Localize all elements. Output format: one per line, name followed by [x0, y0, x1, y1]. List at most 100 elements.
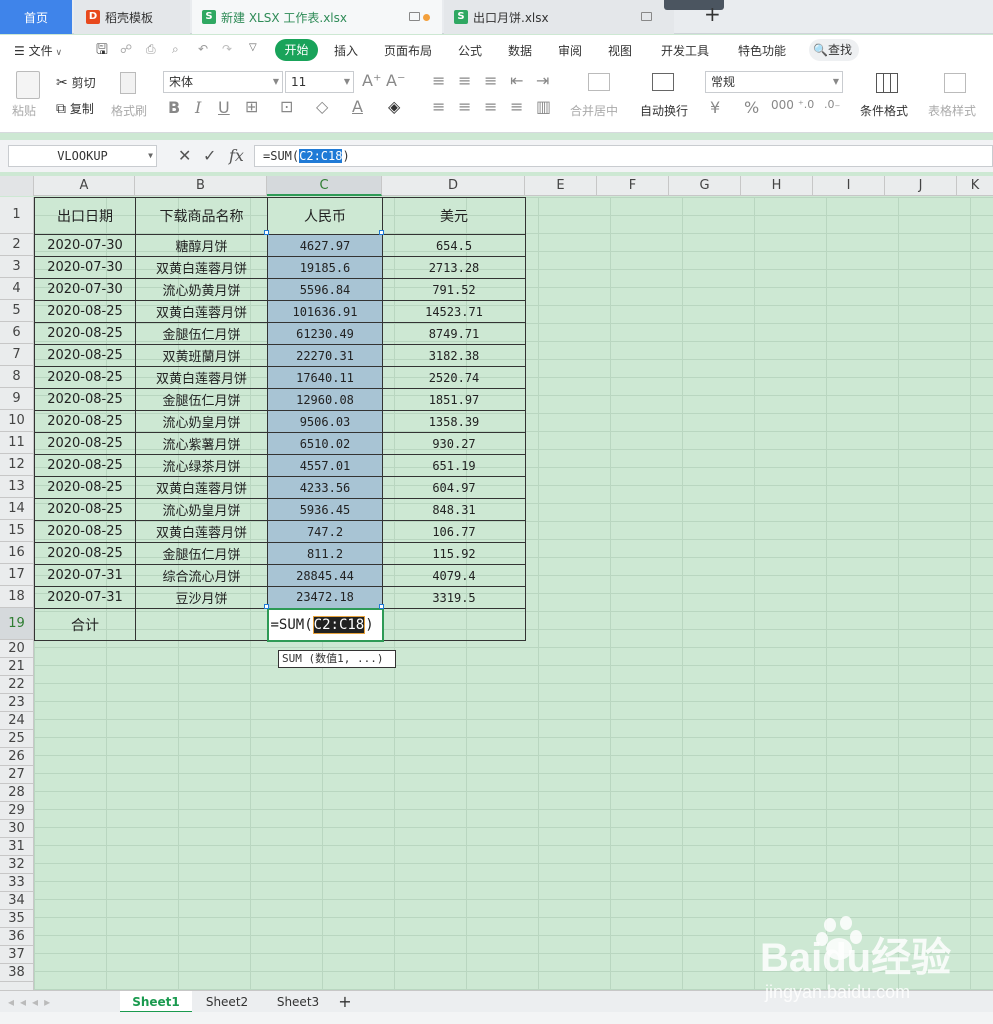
table-cell[interactable]: 2020-07-30: [34, 256, 136, 279]
table-cell[interactable]: 19185.6: [267, 256, 383, 279]
table-cell[interactable]: 2020-07-30: [34, 234, 136, 257]
row-header-2[interactable]: 2: [0, 234, 33, 256]
row-header-4[interactable]: 4: [0, 278, 33, 300]
table-cell[interactable]: 9506.03: [267, 410, 383, 433]
table-cell[interactable]: 金腿伍仁月饼: [135, 322, 268, 345]
sheet-tab-1[interactable]: Sheet1: [120, 991, 192, 1013]
table-cell[interactable]: 双黄白莲蓉月饼: [135, 300, 268, 323]
column-header-k[interactable]: K: [957, 176, 993, 196]
row-header-22[interactable]: 22: [0, 676, 33, 694]
table-cell[interactable]: 791.52: [382, 278, 526, 301]
print-icon[interactable]: ⎙: [146, 42, 156, 57]
align-center-icon[interactable]: ≡: [458, 97, 471, 116]
table-cell[interactable]: 2020-08-25: [34, 322, 136, 345]
table-cell[interactable]: 糖醇月饼: [135, 234, 268, 257]
row-header-29[interactable]: 29: [0, 802, 33, 820]
border-icon[interactable]: ⊞: [245, 97, 258, 116]
align-middle-icon[interactable]: ≡: [458, 71, 471, 90]
row-header-23[interactable]: 23: [0, 694, 33, 712]
formula-edit-cell[interactable]: =SUM(C2:C18): [266, 607, 384, 642]
table-cell[interactable]: 流心奶皇月饼: [135, 410, 268, 433]
distributed-icon[interactable]: ▥: [536, 97, 551, 116]
row-header-6[interactable]: 6: [0, 322, 33, 344]
row-header-25[interactable]: 25: [0, 730, 33, 748]
format-painter-icon[interactable]: [120, 72, 136, 94]
justify-icon[interactable]: ≡: [510, 97, 523, 116]
column-header-f[interactable]: F: [597, 176, 669, 196]
row-header-11[interactable]: 11: [0, 432, 33, 454]
add-sheet-button[interactable]: +: [335, 991, 355, 1013]
menu-dev-tools[interactable]: 开发工具: [661, 42, 709, 59]
table-cell[interactable]: 双黄白莲蓉月饼: [135, 366, 268, 389]
copy-button[interactable]: ⧉ 复制: [56, 100, 94, 117]
sheet-tab-3[interactable]: Sheet3: [263, 991, 333, 1013]
row-header-31[interactable]: 31: [0, 838, 33, 856]
percent-icon[interactable]: %: [744, 98, 759, 117]
table-cell[interactable]: 3182.38: [382, 344, 526, 367]
row-header-36[interactable]: 36: [0, 928, 33, 946]
insert-function-button[interactable]: fx: [229, 146, 244, 165]
row-header-18[interactable]: 18: [0, 586, 33, 608]
table-cell[interactable]: 654.5: [382, 234, 526, 257]
clear-icon[interactable]: ◈: [388, 97, 400, 116]
table-style-button[interactable]: 表格样式: [928, 102, 976, 119]
row-header-37[interactable]: 37: [0, 946, 33, 964]
table-cell[interactable]: 双黄白莲蓉月饼: [135, 520, 268, 543]
search-button[interactable]: 🔍查找: [809, 39, 859, 61]
tab-mooncake-xlsx[interactable]: S 出口月饼.xlsx: [444, 0, 674, 34]
name-box[interactable]: VLOOKUP ▼: [8, 145, 157, 167]
font-color-icon[interactable]: A: [352, 97, 363, 116]
table-cell[interactable]: 豆沙月饼: [135, 586, 268, 609]
table-cell[interactable]: 2520.74: [382, 366, 526, 389]
table-cell[interactable]: 106.77: [382, 520, 526, 543]
table-cell[interactable]: 6510.02: [267, 432, 383, 455]
table-cell[interactable]: 2020-08-25: [34, 300, 136, 323]
table-cell[interactable]: 5596.84: [267, 278, 383, 301]
paste-button[interactable]: 粘贴: [12, 102, 36, 119]
table-cell[interactable]: 综合流心月饼: [135, 564, 268, 587]
range-handle[interactable]: [264, 604, 269, 609]
row-header-33[interactable]: 33: [0, 874, 33, 892]
row-header-9[interactable]: 9: [0, 388, 33, 410]
row-header-28[interactable]: 28: [0, 784, 33, 802]
header-cell[interactable]: 美元: [382, 197, 526, 235]
table-cell[interactable]: 双黄班蘭月饼: [135, 344, 268, 367]
indent-increase-icon[interactable]: ⇥: [536, 71, 549, 90]
total-label-cell[interactable]: 合计: [34, 608, 136, 641]
row-header-15[interactable]: 15: [0, 520, 33, 542]
header-cell[interactable]: 人民币: [267, 197, 383, 235]
table-cell[interactable]: 930.27: [382, 432, 526, 455]
table-cell[interactable]: 金腿伍仁月饼: [135, 388, 268, 411]
column-header-e[interactable]: E: [525, 176, 597, 196]
table-cell[interactable]: 4079.4: [382, 564, 526, 587]
table-cell[interactable]: 双黄白莲蓉月饼: [135, 476, 268, 499]
column-header-b[interactable]: B: [135, 176, 267, 196]
table-cell[interactable]: 2020-08-25: [34, 476, 136, 499]
table-cell[interactable]: 747.2: [267, 520, 383, 543]
column-header-h[interactable]: H: [741, 176, 813, 196]
column-header-c[interactable]: C: [267, 176, 382, 196]
table-cell[interactable]: 2020-08-25: [34, 366, 136, 389]
table-cell[interactable]: 651.19: [382, 454, 526, 477]
table-cell[interactable]: 流心紫薯月饼: [135, 432, 268, 455]
italic-icon[interactable]: I: [195, 98, 201, 117]
table-cell[interactable]: 5936.45: [267, 498, 383, 521]
indent-decrease-icon[interactable]: ⇤: [510, 71, 523, 90]
menu-review[interactable]: 审阅: [558, 42, 582, 59]
row-header-12[interactable]: 12: [0, 454, 33, 476]
row-header-27[interactable]: 27: [0, 766, 33, 784]
currency-icon[interactable]: ¥: [710, 98, 720, 117]
table-style-icon[interactable]: [944, 73, 966, 93]
table-cell[interactable]: 101636.91: [267, 300, 383, 323]
row-header-3[interactable]: 3: [0, 256, 33, 278]
menu-insert[interactable]: 插入: [334, 42, 358, 59]
font-family-select[interactable]: 宋体 ▼: [163, 71, 283, 93]
table-cell[interactable]: 22270.31: [267, 344, 383, 367]
table-cell[interactable]: [135, 608, 268, 641]
row-header-19[interactable]: 19: [0, 608, 33, 640]
menu-data[interactable]: 数据: [508, 42, 532, 59]
row-header-10[interactable]: 10: [0, 410, 33, 432]
menu-special[interactable]: 特色功能: [738, 42, 786, 59]
print-preview-icon[interactable]: ⌕: [172, 42, 179, 57]
formula-input[interactable]: =SUM(C2:C18): [254, 145, 993, 167]
